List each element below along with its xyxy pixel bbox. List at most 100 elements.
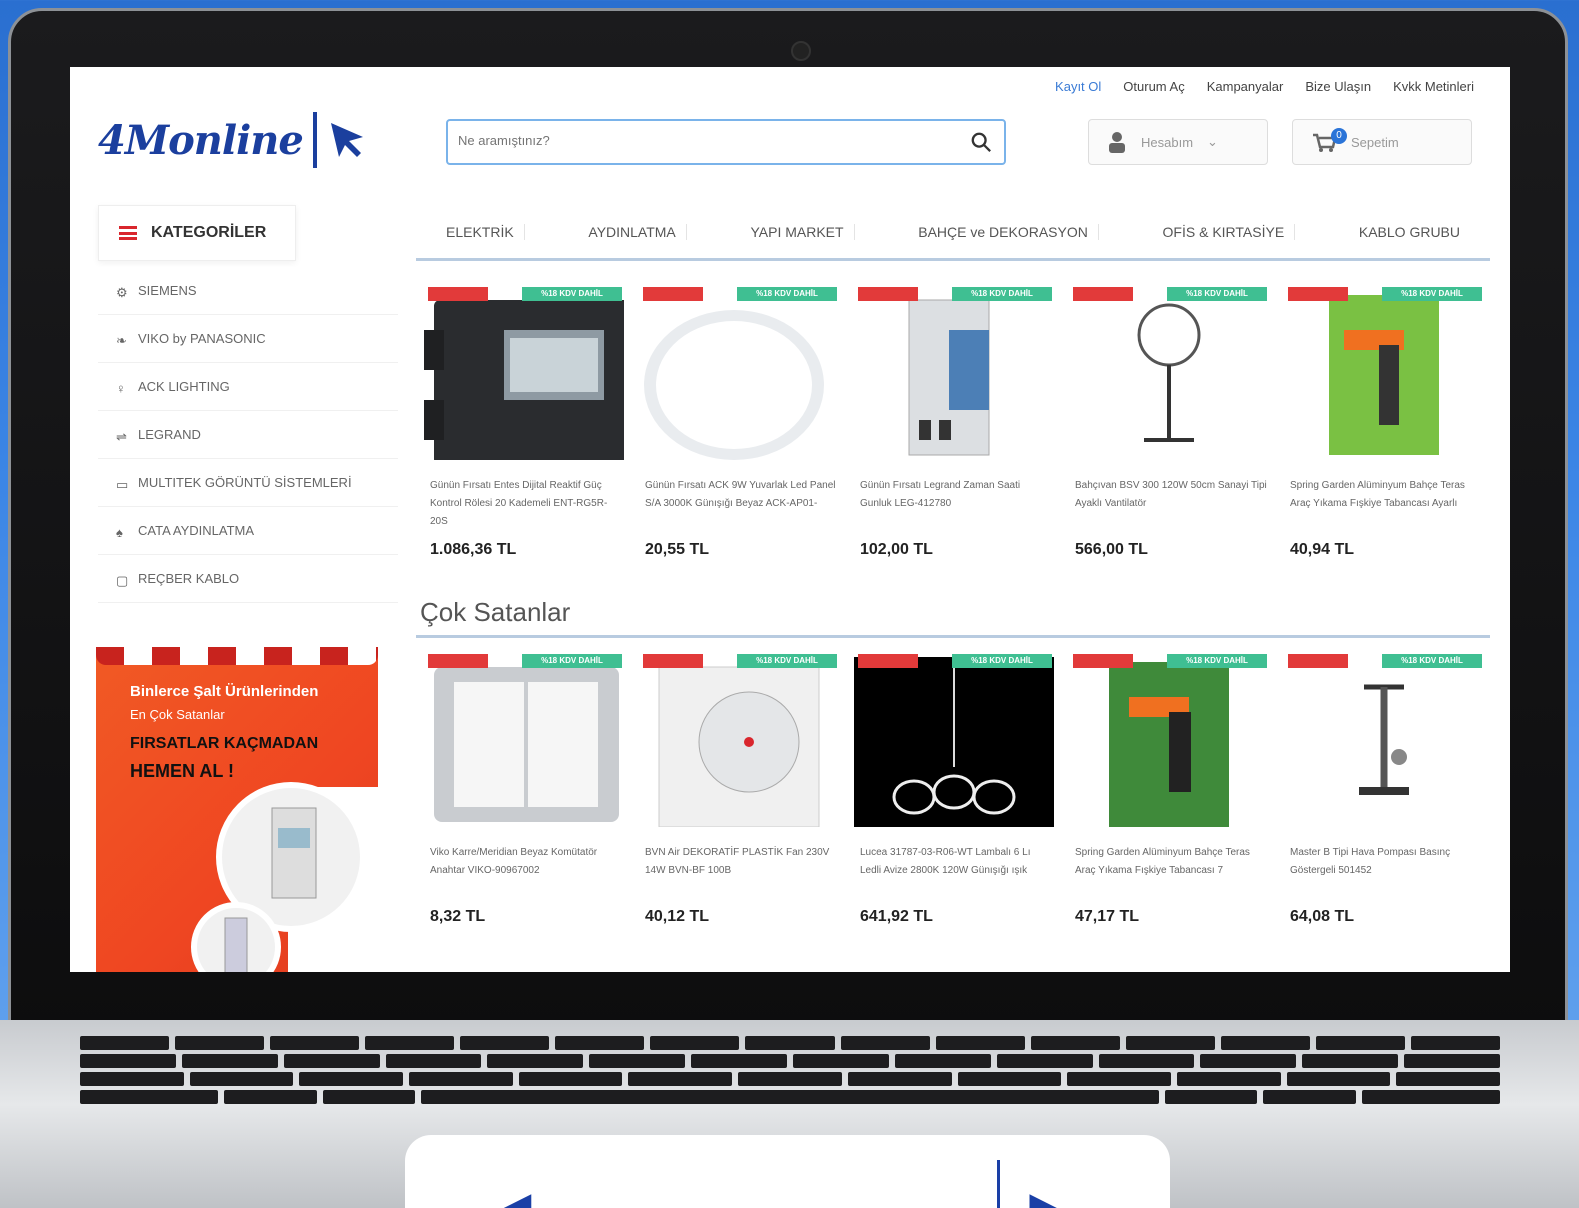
product-card[interactable]: %18 KDV DAHİL BVN Air DEKORATİF PLASTİK … <box>631 652 846 952</box>
chevron-down-icon: ⌄ <box>1207 134 1218 149</box>
promo-awning <box>96 647 378 665</box>
search-icon[interactable] <box>970 131 992 153</box>
search-box <box>446 119 1006 165</box>
product-title[interactable]: Lucea 31787-03-R06-WT Lambalı 6 Lı Ledli… <box>854 844 1053 902</box>
product-price: 40,12 TL <box>645 908 710 925</box>
search-input[interactable] <box>458 133 938 148</box>
kvkk-link[interactable]: Kvkk Metinleri <box>1393 79 1474 94</box>
product-card[interactable]: %18 KDV DAHİL Günün Fırsatı Legrand Zama… <box>846 285 1061 585</box>
brand-list: ⚙ SIEMENS ❧ VIKO by PANASONIC ♀ ACK LIGH… <box>98 267 398 603</box>
nav-ofis-kirtasiye[interactable]: OFİS & KIRTASİYE <box>1153 223 1296 240</box>
product-price: 8,32 TL <box>430 908 486 925</box>
product-card[interactable]: %18 KDV DAHİL Günün Fırsatı Entes Dijita… <box>416 285 631 585</box>
site-logo[interactable]: 4Monline <box>98 112 369 168</box>
product-card[interactable]: %18 KDV DAHİL Bahçıvan BSV 300 120W 50cm… <box>1061 285 1276 585</box>
product-title[interactable]: Master B Tipi Hava Pompası Basınç Göster… <box>1284 844 1483 902</box>
nav-aydinlatma[interactable]: AYDINLATMA <box>578 223 687 240</box>
monitor-icon: ▭ <box>116 476 129 492</box>
pager: ◀ ▶ <box>405 1135 1170 1208</box>
vat-badge: %18 KDV DAHİL <box>522 654 622 668</box>
product-price: 1.086,36 TL <box>430 541 517 558</box>
product-row-featured: %18 KDV DAHİL Günün Fırsatı Entes Dijita… <box>416 285 1490 585</box>
leaf-icon: ❧ <box>116 332 127 348</box>
cart-count-badge: 0 <box>1331 128 1347 144</box>
air-pump-image <box>1359 684 1409 795</box>
product-price: 566,00 TL <box>1075 541 1148 558</box>
cable-icon: ▢ <box>116 572 129 588</box>
product-title[interactable]: BVN Air DEKORATİF PLASTİK Fan 230V 14W B… <box>639 844 838 902</box>
product-image: %18 KDV DAHİL <box>639 285 839 465</box>
logo-divider <box>312 112 317 168</box>
product-card[interactable]: %18 KDV DAHİL Spring Garden Alüminyum Ba… <box>1061 652 1276 952</box>
product-title[interactable]: Bahçıvan BSV 300 120W 50cm Sanayi Tipi A… <box>1069 477 1268 535</box>
top-links: Kayıt Ol Oturum Aç Kampanyalar Bize Ulaş… <box>1055 79 1474 94</box>
categories-menu-button[interactable]: KATEGORİLER <box>98 205 296 261</box>
brand-label: SIEMENS <box>138 283 197 298</box>
promo-banner[interactable]: Binlerce Şalt Ürünlerinden En Çok Satanl… <box>96 647 378 972</box>
brand-item-recber[interactable]: ▢ REÇBER KABLO <box>98 555 398 603</box>
nav-elektrik[interactable]: ELEKTRİK <box>436 223 525 240</box>
categories-label: KATEGORİLER <box>151 224 267 241</box>
discount-badge <box>643 287 703 301</box>
lamp-icon: ♠ <box>116 524 123 540</box>
cart-button[interactable]: 0 Sepetim <box>1292 119 1472 165</box>
contact-link[interactable]: Bize Ulaşın <box>1305 79 1371 94</box>
exhaust-fan-image <box>658 666 820 827</box>
product-price: 64,08 TL <box>1290 908 1355 925</box>
brand-item-cata[interactable]: ♠ CATA AYDINLATMA <box>98 507 398 555</box>
brand-label: MULTITEK GÖRÜNTÜ SİSTEMLERİ <box>138 475 352 490</box>
main-nav: ELEKTRİK AYDINLATMA YAPI MARKET BAHÇE ve… <box>416 205 1490 261</box>
product-price: 641,92 TL <box>860 908 933 925</box>
wall-switch-image <box>434 667 619 822</box>
brand-item-legrand[interactable]: ⇌ LEGRAND <box>98 411 398 459</box>
product-card[interactable]: %18 KDV DAHİL Master B Tipi Hava Pompası… <box>1276 652 1491 952</box>
account-button[interactable]: Hesabım ⌄ <box>1088 119 1268 165</box>
vat-badge: %18 KDV DAHİL <box>952 654 1052 668</box>
product-card[interactable]: %18 KDV DAHİL Viko Karre/Meridian Beyaz … <box>416 652 631 952</box>
prev-arrow-icon[interactable]: ◀ <box>500 1185 531 1208</box>
promo-cta-line1: FIRSATLAR KAÇMADAN <box>130 735 319 752</box>
brand-item-multitek[interactable]: ▭ MULTITEK GÖRÜNTÜ SİSTEMLERİ <box>98 459 398 507</box>
product-card[interactable]: %18 KDV DAHİL Lucea 31787-03-R06-WT Lamb… <box>846 652 1061 952</box>
login-link[interactable]: Oturum Aç <box>1123 79 1184 94</box>
discount-badge <box>1073 654 1133 668</box>
product-title[interactable]: Günün Fırsatı ACK 9W Yuvarlak Led Panel … <box>639 477 838 535</box>
brand-label: ACK LIGHTING <box>138 379 230 394</box>
product-card[interactable]: %18 KDV DAHİL Günün Fırsatı ACK 9W Yuvar… <box>631 285 846 585</box>
product-title[interactable]: Spring Garden Alüminyum Bahçe Teras Araç… <box>1284 477 1483 535</box>
product-image: %18 KDV DAHİL <box>424 652 624 832</box>
camera <box>791 41 811 61</box>
brand-item-viko[interactable]: ❧ VIKO by PANASONIC <box>98 315 398 363</box>
timer-switch-image <box>908 299 990 456</box>
brand-label: REÇBER KABLO <box>138 571 240 586</box>
brand-item-siemens[interactable]: ⚙ SIEMENS <box>98 267 398 315</box>
vat-badge: %18 KDV DAHİL <box>952 287 1052 301</box>
product-row-best-sellers: %18 KDV DAHİL Viko Karre/Meridian Beyaz … <box>416 652 1490 952</box>
nav-yapi-market[interactable]: YAPI MARKET <box>740 223 855 240</box>
product-image: %18 KDV DAHİL <box>1284 652 1484 832</box>
nav-bahce-dekorasyon[interactable]: BAHÇE ve DEKORASYON <box>908 223 1099 240</box>
product-title[interactable]: Viko Karre/Meridian Beyaz Komütatör Anah… <box>424 844 623 902</box>
discount-badge <box>858 654 918 668</box>
brand-item-ack[interactable]: ♀ ACK LIGHTING <box>98 363 398 411</box>
product-price: 102,00 TL <box>860 541 933 558</box>
nav-kablo-grubu[interactable]: KABLO GRUBU <box>1349 224 1470 240</box>
section-divider <box>416 635 1490 638</box>
product-title[interactable]: Günün Fırsatı Legrand Zaman Saati Gunluk… <box>854 477 1053 535</box>
product-image: %18 KDV DAHİL <box>1069 285 1269 465</box>
next-arrow-icon[interactable]: ▶ <box>1030 1185 1061 1208</box>
discount-badge <box>1288 654 1348 668</box>
product-card[interactable]: %18 KDV DAHİL Spring Garden Alüminyum Ba… <box>1276 285 1491 585</box>
product-image: %18 KDV DAHİL <box>424 285 624 465</box>
discount-badge <box>1073 287 1133 301</box>
led-panel-image <box>644 310 824 460</box>
register-link[interactable]: Kayıt Ol <box>1055 79 1101 94</box>
product-title[interactable]: Spring Garden Alüminyum Bahçe Teras Araç… <box>1069 844 1268 902</box>
product-title[interactable]: Günün Fırsatı Entes Dijital Reaktif Güç … <box>424 477 623 535</box>
promo-cta-line2: HEMEN AL ! <box>130 761 235 781</box>
campaigns-link[interactable]: Kampanyalar <box>1207 79 1284 94</box>
bulb-icon: ♀ <box>116 380 126 396</box>
vat-badge: %18 KDV DAHİL <box>737 287 837 301</box>
user-icon <box>1109 132 1125 153</box>
power-meter-image <box>424 300 624 460</box>
